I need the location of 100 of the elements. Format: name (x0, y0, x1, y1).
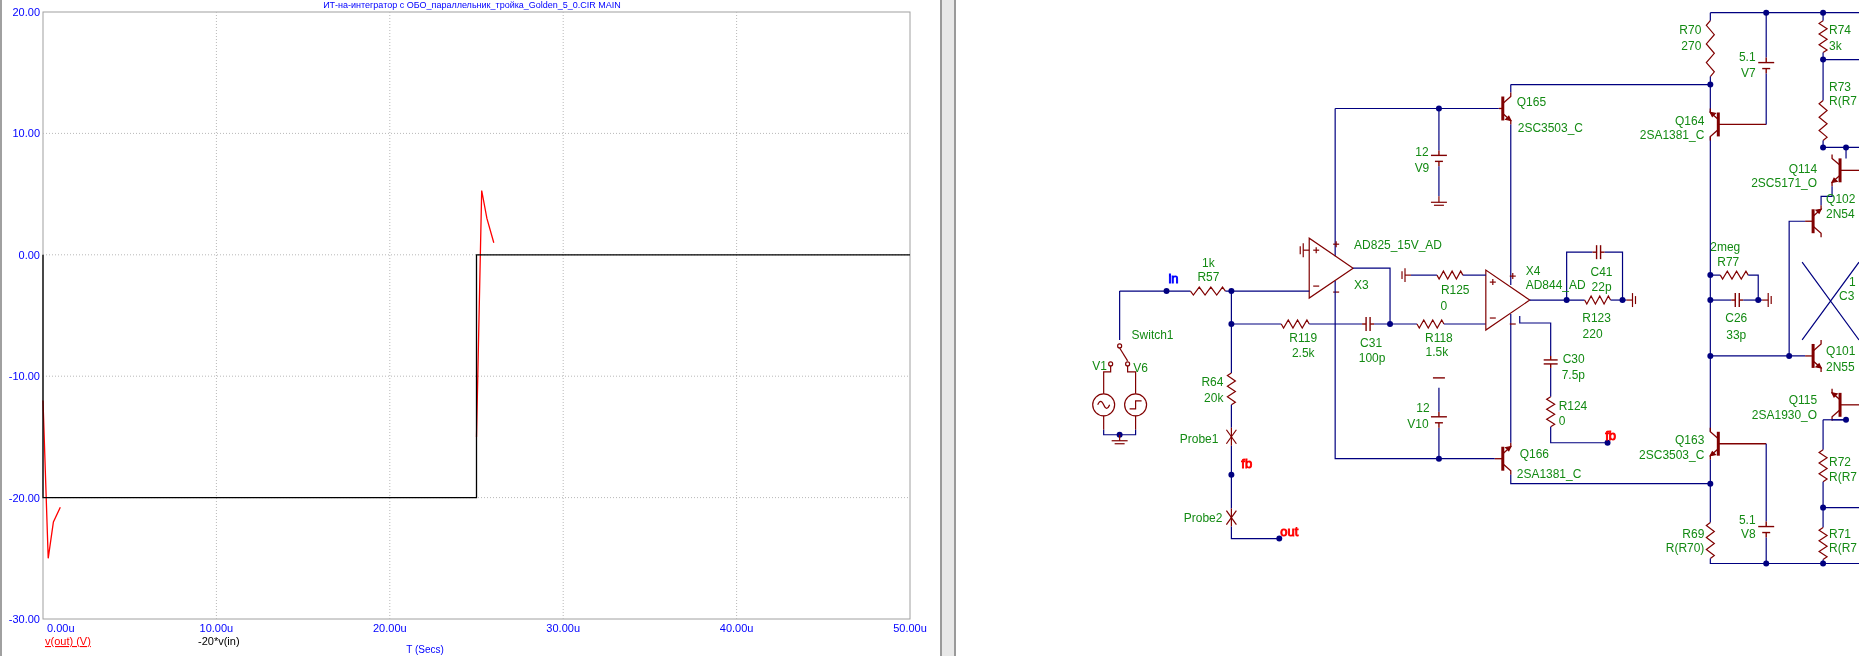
component-label: 2SA1930_O (1751, 407, 1818, 422)
ground-icon (1625, 292, 1637, 308)
wire (1410, 274, 1438, 276)
component-label: R72 (1829, 454, 1852, 469)
transistor-symbol (1804, 204, 1823, 238)
component-label: R57 (1197, 270, 1220, 285)
resistor-symbol (1436, 269, 1464, 281)
component-label: AD825_15V_AD (1354, 238, 1442, 253)
component-label: R(R7 (1829, 94, 1857, 109)
component-label: 2SA1381_C (1639, 128, 1705, 143)
component-label: R119 (1289, 330, 1318, 345)
component-label: R125 (1440, 283, 1470, 298)
component-label: 2N55 (1826, 359, 1855, 374)
junction-dot (1763, 560, 1770, 567)
wire (1765, 72, 1767, 126)
capacitor-symbol (1361, 316, 1375, 332)
tick-label: -30.00 (8, 613, 40, 625)
wire (1230, 445, 1232, 510)
ground-icon (1299, 242, 1310, 258)
component-label: Q163 (1675, 432, 1705, 447)
component-label: C3 (1839, 289, 1855, 304)
component-label: R74 (1829, 22, 1852, 37)
net-label: fb (1241, 455, 1253, 471)
resistor-symbol (1705, 521, 1716, 560)
junction-dot (1435, 455, 1442, 462)
component-label: X3 (1354, 278, 1369, 293)
legend-label[interactable]: v(out) (V) (45, 635, 91, 647)
junction-dot (1786, 352, 1793, 359)
legend-label[interactable]: -20*v(in) (198, 635, 240, 647)
net-label: in (1168, 271, 1179, 287)
tick-label: 50.00u (893, 622, 927, 634)
transistor-symbol (1804, 339, 1823, 373)
component-label: V8 (1740, 526, 1756, 541)
junction-dot (1820, 56, 1827, 63)
resistor-symbol (1818, 449, 1829, 483)
net-label: fb (1605, 427, 1616, 443)
resistor-symbol (1280, 318, 1310, 330)
component-label: 20k (1204, 390, 1224, 405)
junction-dot (1387, 321, 1394, 327)
component-label: 270 (1681, 38, 1702, 53)
component-label: R118 (1425, 330, 1453, 345)
net-label: out (1280, 523, 1299, 539)
junction-dot (1755, 297, 1762, 304)
component-label: Probe1 (1179, 431, 1219, 446)
tick-label: 10.00u (199, 622, 234, 634)
junction-dot (1707, 81, 1714, 88)
junction-dot (1820, 144, 1827, 151)
component-label: V1 (1092, 358, 1107, 373)
component-label: Switch1 (1131, 328, 1174, 342)
component-label: V10 (1407, 416, 1429, 431)
capacitor-symbol (1591, 244, 1606, 260)
component-label: R(R70) (1665, 541, 1705, 556)
battery-symbol (1430, 149, 1448, 168)
component-label: 100p (1358, 350, 1386, 365)
component-label: 22p (1591, 280, 1612, 295)
junction-dot (1163, 288, 1170, 295)
junction-dot (1435, 105, 1442, 112)
probe-icon (1225, 508, 1237, 528)
component-label: 0 (1440, 299, 1448, 314)
resistor-symbol (1226, 372, 1237, 406)
junction-dot (1707, 352, 1714, 359)
component-label: V6 (1133, 360, 1148, 375)
component-label: C26 (1725, 311, 1748, 325)
component-label: 12 (1415, 145, 1429, 160)
tick-label: 30.00u (546, 622, 581, 634)
resistor-symbol (1818, 526, 1829, 561)
junction-dot (1763, 9, 1770, 16)
junction-dot (1707, 297, 1714, 304)
probe-icon (1225, 427, 1237, 447)
component-label: C41 (1590, 265, 1613, 280)
component-label: Q102 (1826, 192, 1856, 207)
component-label: R123 (1582, 311, 1611, 325)
capacitor-symbol (1730, 292, 1744, 308)
component-label: 2SC3503_C (1517, 121, 1583, 136)
component-label: 3k (1829, 38, 1842, 53)
component-label: Q114 (1788, 162, 1818, 177)
component-label: 5.1 (1738, 49, 1756, 64)
component-label: R124 (1558, 398, 1588, 413)
axis-title: T (Secs) (406, 644, 444, 655)
transistor-symbol (1830, 388, 1859, 422)
component-label: Probe2 (1183, 510, 1223, 525)
junction-dot (1276, 535, 1283, 542)
component-label: 2SC3503_C (1639, 447, 1705, 462)
junction-dot (1228, 471, 1235, 478)
ground-icon (1111, 434, 1129, 445)
junction-dot (1820, 9, 1827, 16)
resistor-symbol (1416, 318, 1445, 330)
component-label: 2meg (1710, 240, 1741, 255)
component-label: X4 (1525, 264, 1541, 279)
capacitor-symbol (1543, 355, 1559, 369)
plot-title: ИТ-на-интегратор с ОБО_параллельник_тройка_Golden_5_0.CIR MAIN (323, 0, 621, 10)
battery-symbol (1430, 411, 1448, 429)
component-label: C30 (1562, 351, 1585, 366)
junction-dot (1707, 272, 1714, 279)
component-label: 5.1 (1738, 512, 1756, 527)
wire (1462, 274, 1487, 276)
wire (1103, 429, 1137, 436)
junction-dot (1843, 416, 1849, 423)
component-label: 7.5p (1561, 367, 1585, 382)
component-label: 1 (1849, 275, 1856, 290)
